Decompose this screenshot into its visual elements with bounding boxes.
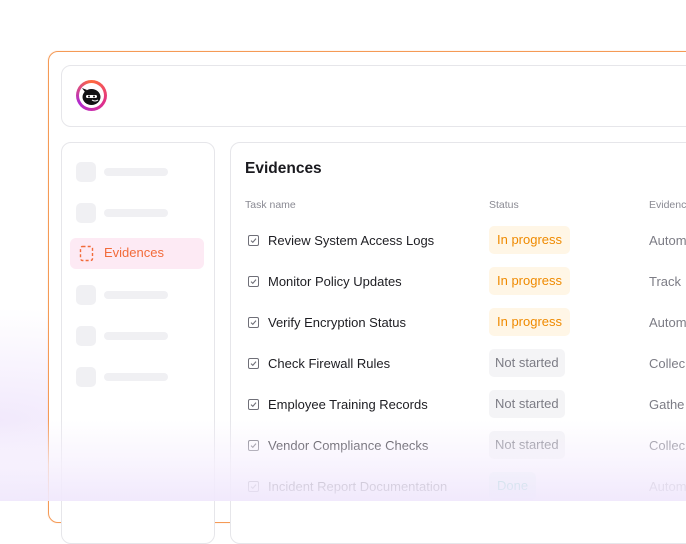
evidence-cell: Gathe: [649, 397, 685, 412]
checkbox-icon[interactable]: [248, 358, 259, 369]
evidence-cell: Track: [649, 274, 682, 289]
checkbox-icon[interactable]: [248, 440, 259, 451]
table-row[interactable]: Incident Report Documentation Done Autom: [245, 472, 686, 502]
status-badge: In progress: [489, 267, 571, 295]
checkbox-icon[interactable]: [248, 481, 259, 492]
checkbox-icon[interactable]: [248, 317, 259, 328]
status-badge: Not started: [489, 431, 565, 459]
dashed-document-icon: [79, 245, 95, 267]
evidence-cell: Autom: [649, 479, 686, 494]
status-badge: Done: [489, 472, 537, 500]
checkbox-icon[interactable]: [248, 399, 259, 410]
evidence-cell: Autom: [649, 233, 686, 248]
table-row[interactable]: Vendor Compliance Checks Not started Colle…: [245, 431, 686, 461]
table-row[interactable]: Review System Access Logs In progress Auto…: [245, 226, 686, 256]
column-header-evidence[interactable]: Evidenc: [649, 199, 686, 211]
column-header-status[interactable]: Status: [489, 199, 519, 211]
top-bar: [61, 65, 686, 127]
status-badge: Not started: [489, 349, 565, 377]
table-row[interactable]: Check Firewall Rules Not started Collec: [245, 349, 686, 379]
task-name: Review System Access Logs: [268, 233, 435, 248]
column-header-task[interactable]: Task name: [245, 199, 296, 211]
task-name: Incident Report Documentation: [268, 479, 448, 494]
evidence-cell: Collec: [649, 438, 686, 453]
status-badge: In progress: [489, 308, 571, 336]
sidebar-item-evidences[interactable]: Evidences: [70, 238, 204, 269]
page-title: Evidences: [245, 160, 322, 177]
evidence-cell: Collec: [649, 356, 686, 371]
task-name: Verify Encryption Status: [268, 315, 407, 330]
ninja-mascot-icon: [79, 83, 104, 108]
checkbox-icon[interactable]: [248, 235, 259, 246]
status-badge: Not started: [489, 390, 565, 418]
table-row[interactable]: Monitor Policy Updates In progress Track: [245, 267, 686, 297]
task-name: Check Firewall Rules: [268, 356, 391, 371]
task-name: Employee Training Records: [268, 397, 428, 412]
table-row[interactable]: Employee Training Records Not started Gath…: [245, 390, 686, 420]
checkbox-icon[interactable]: [248, 276, 259, 287]
task-name: Vendor Compliance Checks: [268, 438, 429, 453]
status-badge: In progress: [489, 226, 571, 254]
sidebar-item-label: Evidences: [104, 245, 164, 260]
app-logo[interactable]: [76, 80, 107, 111]
task-name: Monitor Policy Updates: [268, 274, 402, 289]
evidence-cell: Autom: [649, 315, 686, 330]
table-row[interactable]: Verify Encryption Status In progress Autom: [245, 308, 686, 338]
